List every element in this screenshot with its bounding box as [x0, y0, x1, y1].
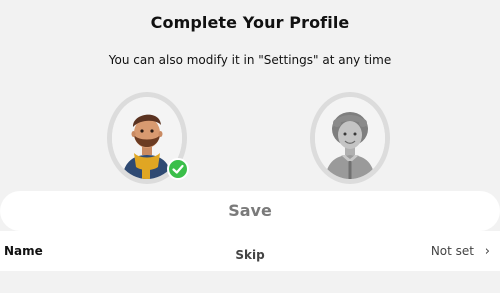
chevron-right-icon: ›	[484, 244, 490, 259]
bottom-spacer	[0, 271, 500, 293]
profile-name-row[interactable]: Name Skip Not set ›	[0, 231, 500, 271]
name-value: Not set	[430, 244, 474, 258]
female-avatar-image	[315, 97, 385, 179]
selected-check-icon	[167, 158, 189, 180]
skip-button[interactable]: Skip	[0, 248, 500, 262]
page-subtitle: You can also modify it in "Settings" at …	[108, 53, 392, 67]
save-button[interactable]: Save	[0, 191, 500, 231]
avatar-option-male[interactable]	[107, 92, 189, 184]
page-title: Complete Your Profile	[150, 13, 350, 32]
avatar-option-female[interactable]	[310, 92, 390, 184]
